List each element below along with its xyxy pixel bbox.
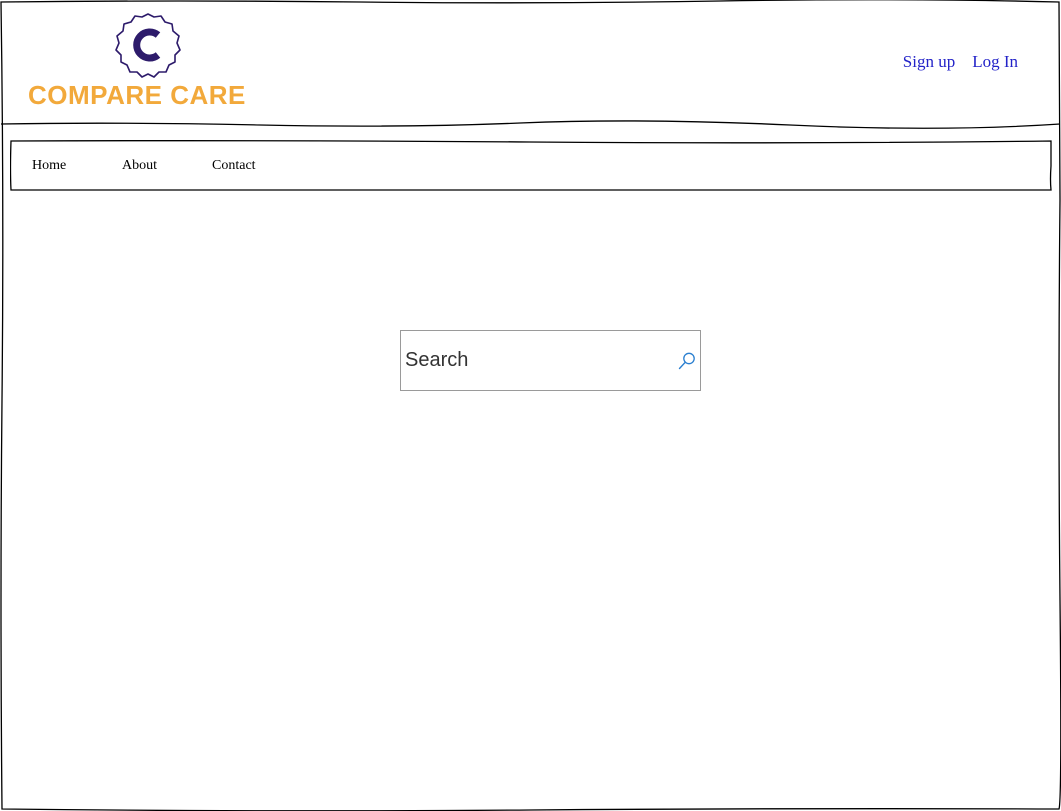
compare-care-logo[interactable]: COMPARE CARE (28, 12, 270, 110)
signup-link[interactable]: Sign up (903, 52, 955, 72)
header-divider (0, 118, 1061, 130)
search-box (400, 330, 701, 391)
logo-badge-icon (115, 13, 181, 78)
search-icon[interactable] (677, 351, 697, 371)
nav-items: Home About Contact (32, 140, 282, 191)
auth-links: Sign up Log In (903, 52, 1018, 72)
search-input[interactable] (405, 331, 667, 390)
nav-item-about[interactable]: About (122, 158, 212, 174)
login-link[interactable]: Log In (972, 52, 1018, 72)
site-header: COMPARE CARE Sign up Log In (0, 0, 1061, 129)
nav-item-home[interactable]: Home (32, 158, 122, 174)
logo-wordmark: COMPARE CARE (28, 80, 246, 110)
main-nav: Home About Contact (10, 140, 1052, 191)
nav-item-contact[interactable]: Contact (212, 158, 282, 174)
